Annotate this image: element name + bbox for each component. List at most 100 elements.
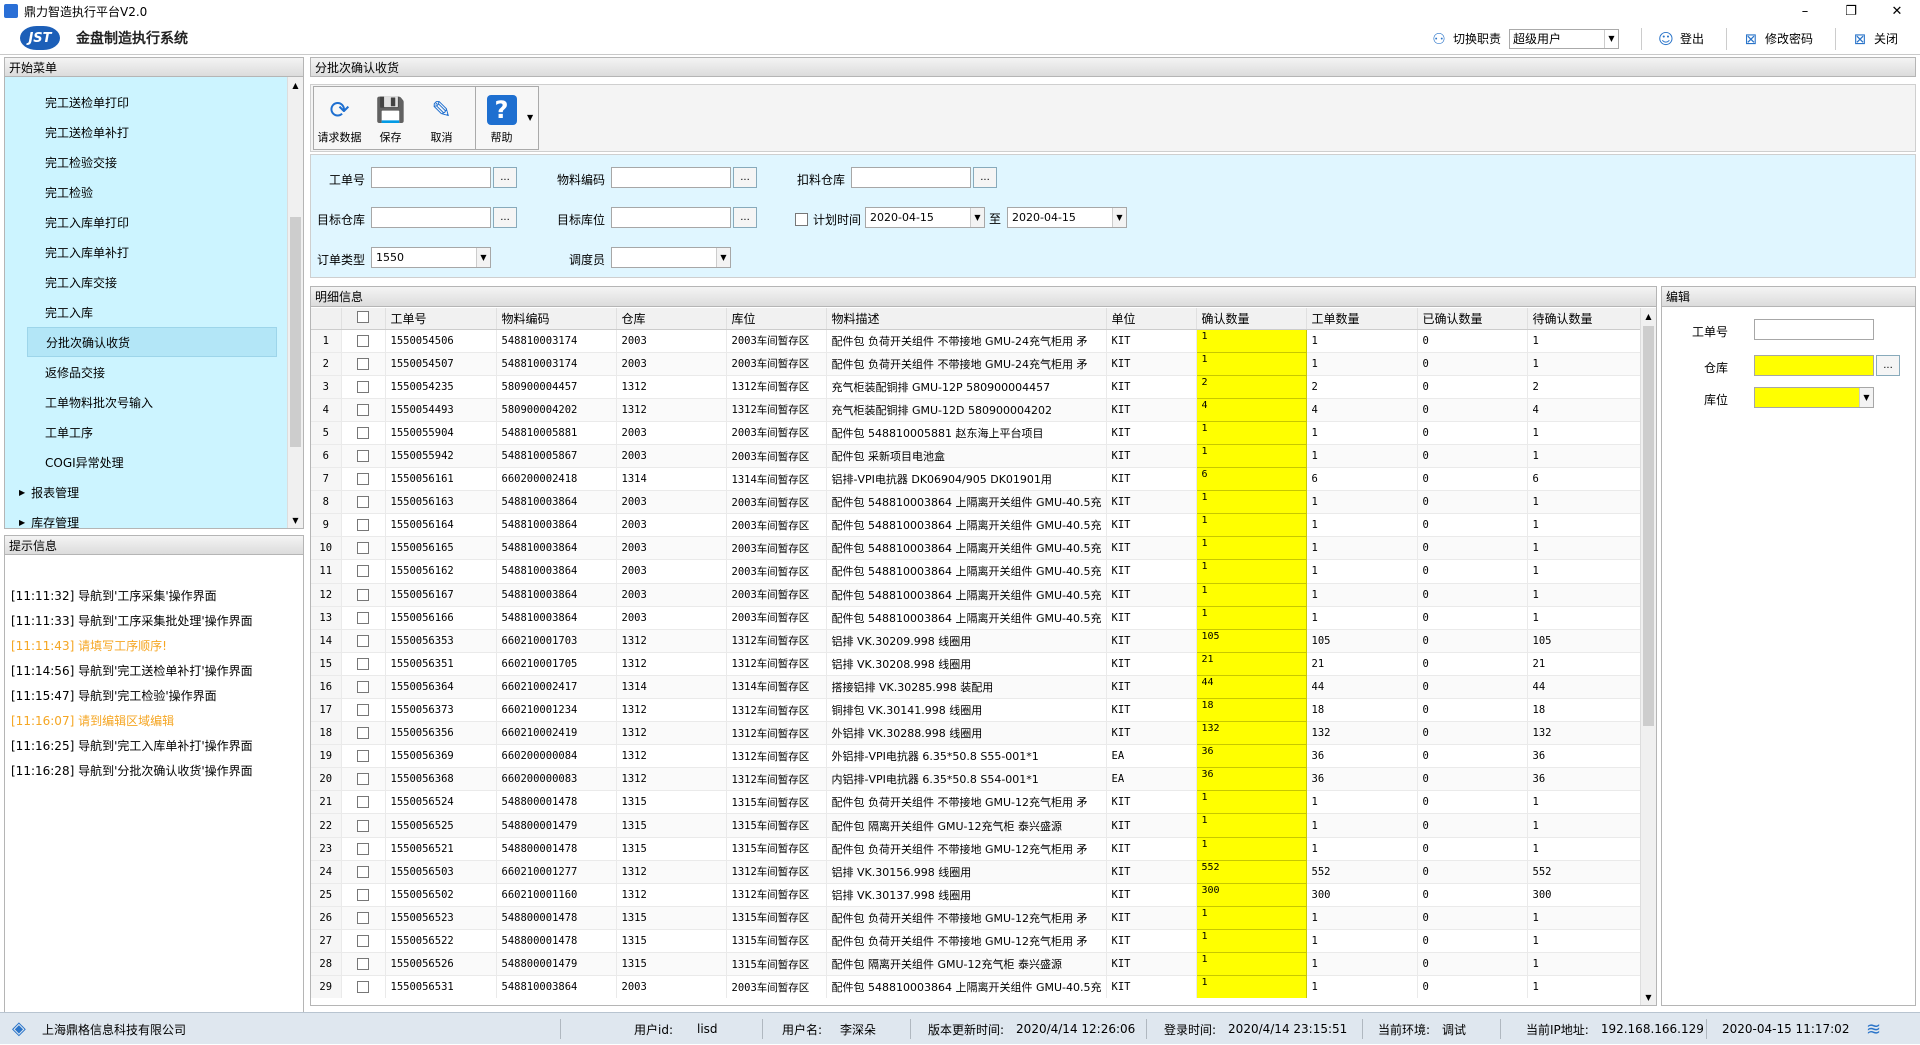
row-select-cell[interactable]	[341, 906, 386, 930]
work-order-input[interactable]	[371, 167, 491, 188]
row-checkbox[interactable]	[357, 334, 369, 347]
plan-time-checkbox[interactable]	[795, 213, 808, 226]
table-row[interactable]: 19 1550056369 660200000084 1312 1312车间暂存区 外铝排…	[311, 744, 1641, 769]
target-warehouse-input[interactable]	[371, 207, 491, 228]
order-type-select[interactable]: 1550 ▼	[371, 247, 491, 268]
save-button[interactable]: 💾 保存	[365, 87, 416, 149]
role-select[interactable]: 超级用户 ▼	[1508, 28, 1619, 49]
chevron-down-icon[interactable]: ▼	[1603, 29, 1618, 48]
confirm-qty-cell[interactable]: 1	[1195, 952, 1307, 977]
row-select-cell[interactable]	[341, 490, 386, 515]
menu-scrollbar[interactable]: ▲ ▼	[287, 77, 303, 528]
confirm-qty-cell[interactable]: 1	[1195, 813, 1307, 838]
table-row[interactable]: 25 1550056502 660210001160 1312 1312车间暂存区 铝排 …	[311, 882, 1641, 907]
select-all-header[interactable]	[341, 308, 386, 330]
row-select-cell[interactable]	[341, 837, 386, 861]
target-location-browse-button[interactable]: ...	[733, 207, 757, 228]
sidebar-item[interactable]: 完工检验	[5, 177, 303, 207]
row-checkbox[interactable]	[357, 634, 369, 647]
sidebar-item[interactable]: 完工送检单补打	[5, 117, 303, 147]
row-checkbox[interactable]	[357, 727, 369, 740]
row-select-cell[interactable]	[341, 559, 386, 584]
sidebar-item[interactable]: ▶ 报表管理	[5, 477, 303, 507]
sidebar-item[interactable]: 完工入库单补打	[5, 237, 303, 267]
help-dropdown-icon[interactable]: ▼	[527, 113, 533, 149]
material-code-input[interactable]	[611, 167, 731, 188]
table-row[interactable]: 29 1550056531 548810003864 2003 2003车间暂存区 配件包…	[311, 975, 1641, 998]
table-row[interactable]: 24 1550056503 660210001277 1312 1312车间暂存区 铝排 …	[311, 859, 1641, 884]
expand-icon[interactable]: ▶	[19, 488, 25, 497]
row-select-cell[interactable]	[341, 536, 386, 561]
edit-warehouse-browse-button[interactable]: ...	[1876, 355, 1900, 376]
close-app-button[interactable]: ⊠ 关闭	[1852, 30, 1898, 47]
dispatcher-chevron-down-icon[interactable]: ▼	[716, 248, 730, 267]
edit-warehouse-input[interactable]	[1754, 355, 1874, 376]
select-all-checkbox[interactable]	[357, 310, 369, 323]
row-checkbox[interactable]	[357, 796, 369, 809]
grid-scroll-thumb[interactable]	[1643, 326, 1654, 726]
row-checkbox[interactable]	[357, 380, 369, 393]
confirm-qty-cell[interactable]: 36	[1195, 744, 1307, 769]
confirm-qty-cell[interactable]: 1	[1195, 328, 1307, 353]
row-checkbox[interactable]	[357, 680, 369, 693]
scroll-down-icon[interactable]: ▼	[288, 512, 303, 528]
table-row[interactable]: 3 1550054235 580900004457 1312 1312车间暂存区 充气柜装…	[311, 374, 1641, 399]
row-select-cell[interactable]	[341, 860, 386, 884]
row-select-cell[interactable]	[341, 606, 386, 630]
row-select-cell[interactable]	[341, 329, 386, 353]
sidebar-item[interactable]: 工单工序	[5, 417, 303, 447]
table-row[interactable]: 12 1550056167 548810003864 2003 2003车间暂存区 配件包…	[311, 582, 1641, 607]
row-checkbox[interactable]	[357, 773, 369, 786]
row-select-cell[interactable]	[341, 375, 386, 399]
date-to-input[interactable]: 2020-04-15 ▼	[1007, 207, 1127, 228]
row-select-cell[interactable]	[341, 721, 386, 746]
deduct-warehouse-browse-button[interactable]: ...	[973, 167, 997, 188]
confirm-qty-cell[interactable]: 1	[1195, 790, 1307, 815]
row-checkbox[interactable]	[357, 819, 369, 832]
confirm-qty-cell[interactable]: 1	[1195, 536, 1307, 561]
cancel-button[interactable]: ✎ 取消	[416, 87, 467, 149]
row-checkbox[interactable]	[357, 473, 369, 486]
confirm-qty-cell[interactable]: 1	[1195, 443, 1307, 469]
row-checkbox[interactable]	[357, 704, 369, 717]
confirm-qty-cell[interactable]: 1	[1195, 975, 1307, 998]
minimize-button[interactable]: –	[1782, 0, 1828, 22]
row-select-cell[interactable]	[341, 975, 386, 998]
row-checkbox[interactable]	[357, 426, 369, 439]
confirm-qty-cell[interactable]: 1	[1195, 420, 1307, 445]
confirm-qty-cell[interactable]: 21	[1195, 651, 1307, 676]
table-row[interactable]: 6 1550055942 548810005867 2003 2003车间暂存区 配件包 …	[311, 443, 1641, 469]
column-header[interactable]: 待确认数量	[1527, 308, 1641, 330]
column-header[interactable]: 工单号	[385, 308, 497, 330]
confirm-qty-cell[interactable]: 1	[1195, 559, 1307, 584]
table-row[interactable]: 4 1550054493 580900004202 1312 1312车间暂存区 充气柜装…	[311, 397, 1641, 422]
confirm-qty-cell[interactable]: 1	[1195, 513, 1307, 538]
grid-scroll-down-icon[interactable]: ▼	[1641, 989, 1656, 1005]
row-select-cell[interactable]	[341, 652, 386, 676]
table-row[interactable]: 5 1550055904 548810005881 2003 2003车间暂存区 配件包 …	[311, 420, 1641, 445]
change-password-button[interactable]: ⊠ 修改密码	[1743, 30, 1813, 47]
sidebar-item[interactable]: 完工入库单打印	[5, 207, 303, 237]
row-checkbox[interactable]	[357, 842, 369, 855]
table-row[interactable]: 21 1550056524 548800001478 1315 1315车间暂存区 配件包…	[311, 790, 1641, 815]
confirm-qty-cell[interactable]: 1	[1195, 605, 1307, 630]
confirm-qty-cell[interactable]: 2	[1195, 374, 1307, 399]
close-window-button[interactable]: ✕	[1874, 0, 1920, 22]
table-row[interactable]: 2 1550054507 548810003174 2003 2003车间暂存区 配件包 …	[311, 351, 1641, 376]
row-checkbox[interactable]	[357, 403, 369, 416]
table-row[interactable]: 26 1550056523 548800001478 1315 1315车间暂存区 配件包…	[311, 905, 1641, 930]
row-select-cell[interactable]	[341, 444, 386, 469]
work-order-browse-button[interactable]: ...	[493, 167, 517, 188]
table-row[interactable]: 20 1550056368 660200000083 1312 1312车间暂存区 内铝排…	[311, 767, 1641, 792]
edit-work-order-input[interactable]	[1754, 319, 1874, 340]
order-type-chevron-down-icon[interactable]: ▼	[476, 248, 490, 267]
row-select-cell[interactable]	[341, 698, 386, 723]
column-header[interactable]: 仓库	[616, 308, 727, 330]
material-code-browse-button[interactable]: ...	[733, 167, 757, 188]
table-row[interactable]: 22 1550056525 548800001479 1315 1315车间暂存区 配件包…	[311, 813, 1641, 838]
table-row[interactable]: 1 1550054506 548810003174 2003 2003车间暂存区 配件包 …	[311, 328, 1641, 353]
date-from-chevron-down-icon[interactable]: ▼	[970, 208, 984, 227]
table-row[interactable]: 7 1550056161 660200002418 1314 1314车间暂存区 铝排-V…	[311, 467, 1641, 492]
table-row[interactable]: 13 1550056166 548810003864 2003 2003车间暂存区 配件包…	[311, 605, 1641, 630]
table-row[interactable]: 17 1550056373 660210001234 1312 1312车间暂存区 铜排包…	[311, 697, 1641, 723]
